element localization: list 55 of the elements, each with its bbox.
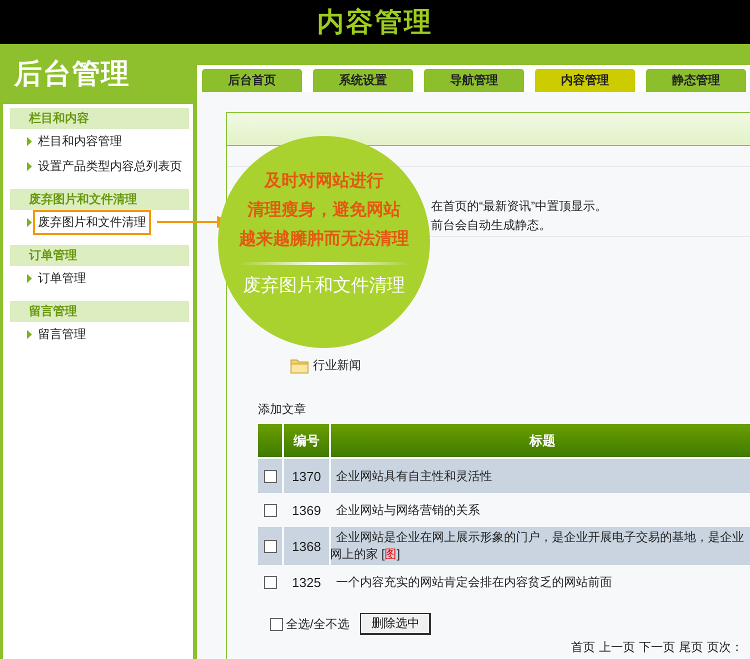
column-header: 编号 [284, 424, 329, 459]
pagination-link[interactable]: 首页 [571, 639, 595, 656]
checkbox[interactable] [270, 618, 283, 630]
nav-tab[interactable]: 静态管理 [646, 69, 746, 92]
image-link[interactable]: [图] [381, 547, 400, 561]
triangle-icon [27, 330, 32, 339]
checkbox[interactable] [264, 540, 276, 554]
folder-icon [290, 358, 309, 374]
pagination-link[interactable]: 尾页 [679, 639, 703, 656]
article-title[interactable]: 网上的家 [330, 547, 378, 561]
sidebar-item[interactable]: 废弃图片和文件清理 [33, 210, 151, 235]
triangle-icon [27, 137, 32, 146]
sidebar-item[interactable]: 设置产品类型内容总列表页 [33, 154, 187, 179]
article-title[interactable]: 一个内容充实的网站肯定会排在内容贫乏的网站前面 [336, 574, 612, 588]
triangle-icon [27, 218, 32, 227]
nav-tab[interactable]: 后台首页 [202, 69, 302, 92]
article-id: 1368 [292, 538, 321, 554]
column-header: 标题 [331, 424, 750, 459]
article-id: 1325 [292, 574, 321, 590]
sidebar-item[interactable]: 留言管理 [33, 322, 91, 347]
sidebar-group-title: 栏目和内容 [10, 108, 189, 129]
nav-tab[interactable]: 导航管理 [424, 69, 524, 92]
sidebar-item[interactable]: 订单管理 [33, 266, 91, 291]
sidebar-item[interactable]: 栏目和内容管理 [33, 129, 127, 154]
select-all-label[interactable]: 全选/全不选 [286, 616, 350, 632]
checkbox[interactable] [264, 504, 276, 518]
sidebar-group-title: 订单管理 [10, 245, 189, 266]
article-id: 1370 [292, 468, 321, 484]
instruction-text: 前台会自动生成静态。 [431, 217, 552, 234]
page-title: 内容管理 [317, 6, 433, 39]
checkbox[interactable] [264, 470, 276, 484]
callout-text: 清理瘦身，避免网站 [248, 199, 400, 221]
table-header [258, 424, 282, 459]
nav-tab[interactable]: 系统设置 [313, 69, 413, 92]
triangle-icon [27, 162, 32, 171]
article-title[interactable]: 企业网站是企业在网上展示形象的门户，是企业开展电子交易的基地，是企业 [336, 529, 750, 546]
folder-label[interactable]: 行业新闻 [313, 357, 361, 374]
checkbox[interactable] [264, 576, 276, 590]
instruction-text: 在首页的“最新资讯”中置顶显示。 [431, 198, 608, 215]
callout-text: 越来越臃肿而无法清理 [239, 228, 409, 250]
article-title[interactable]: 企业网站具有自主性和灵活性 [336, 468, 492, 482]
triangle-icon [27, 274, 32, 283]
sidebar-group-title: 留言管理 [10, 301, 189, 322]
article-id: 1369 [292, 502, 321, 518]
callout-caption: 废弃图片和文件清理 [243, 274, 405, 297]
nav-tab[interactable]: 内容管理 [535, 69, 635, 92]
callout-text: 及时对网站进行 [264, 170, 384, 192]
article-title[interactable]: 企业网站与网络营销的关系 [336, 502, 480, 516]
sidebar-group-title: 废弃图片和文件清理 [10, 189, 189, 210]
add-article-link[interactable]: 添加文章 [258, 401, 750, 418]
delete-button[interactable]: 删除选中 [360, 613, 432, 635]
pagination-link[interactable]: 下一页 [639, 639, 675, 656]
pagination-link[interactable]: 页次： [707, 639, 743, 656]
logo-text: 后台管理 [14, 57, 130, 91]
pagination-link[interactable]: 上一页 [599, 639, 635, 656]
